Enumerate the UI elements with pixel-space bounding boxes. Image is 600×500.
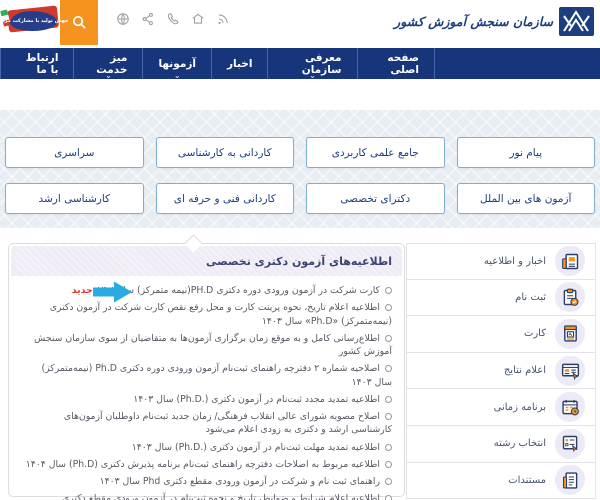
- sidebar-item-field-select[interactable]: انتخاب رشته: [406, 425, 596, 463]
- page: سازمان سنجش آموزش کشور جهش تولید با مشار…: [0, 0, 600, 500]
- nav-item-about[interactable]: معرفی سازمان ⌄: [267, 48, 356, 80]
- year-slogan-banner: جهش تولید با مشارکت مردم: [0, 4, 69, 38]
- announcements-title: اطلاعیه‌های آزمون دکتری تخصصی: [11, 246, 402, 276]
- radio-bullet-icon: [385, 334, 392, 342]
- sanjesh-logo-icon: [559, 7, 594, 36]
- sidebar-item-documents[interactable]: مستندات: [406, 462, 596, 500]
- nav-label: صفحه اصلی: [387, 51, 419, 76]
- nav-item-service-desk[interactable]: میز خدمت ⌄: [73, 48, 142, 80]
- site-logo[interactable]: سازمان سنجش آموزش کشور: [394, 6, 595, 37]
- sidebar-item-label: اخبار و اطلاعیه: [483, 255, 546, 267]
- announcement-link[interactable]: اطلاعیه اعلام شرایط و ضوابط، تاریخ و نحو…: [23, 492, 392, 500]
- logo-text: سازمان سنجش آموزش کشور: [394, 14, 553, 29]
- exam-button-international[interactable]: آزمون های بین الملل: [456, 183, 595, 214]
- main-nav: صفحه اصلی معرفی سازمان ⌄ اخبار آزمونها ⌄…: [0, 48, 600, 80]
- card-icon: [555, 318, 585, 349]
- sidebar-item-card[interactable]: کارت: [406, 316, 596, 353]
- results-icon: [555, 355, 585, 386]
- documents-icon: [555, 465, 585, 496]
- phone-icon[interactable]: [166, 12, 180, 26]
- announcement-text: اطلاع‌رسانی کامل و به موقع زمان برگزاری …: [33, 332, 392, 358]
- share-icon[interactable]: [141, 12, 155, 26]
- chevron-down-icon: ⌄: [309, 71, 316, 80]
- announcement-text: راهنمای ثبت نام و شرکت در آزمون ورودی مق…: [99, 475, 380, 487]
- announcement-link[interactable]: اصلاح مصوبه شورای عالی انقلاب فرهنگی/ زم…: [23, 410, 392, 437]
- announcements-panel: اطلاعیه‌های آزمون دکتری تخصصی کارت شرکت …: [8, 234, 405, 500]
- announcement-text: اطلاعیه تمدید مهلت ثبت‌نام در آزمون دکتر…: [131, 441, 380, 453]
- exam-button-payame-noor[interactable]: پیام نور: [456, 137, 595, 168]
- nav-label: آزمونها: [158, 57, 196, 70]
- radio-bullet-icon: [385, 460, 392, 468]
- nav-item-news[interactable]: اخبار: [210, 48, 267, 79]
- sidebar-item-label: برنامه زمانی: [493, 401, 546, 413]
- chevron-down-icon: ⌄: [105, 71, 112, 80]
- radio-bullet-icon: [385, 443, 392, 451]
- announcement-text: اطلاعیه تمدید مجدد ثبت‌نام در آزمون دکتر…: [133, 393, 380, 405]
- sidebar-item-label: مستندات: [508, 474, 546, 486]
- radio-bullet-icon: [385, 494, 392, 500]
- chevron-down-icon: ⌄: [173, 71, 181, 80]
- nav-item-contact[interactable]: ارتباط با ما: [0, 48, 73, 79]
- radio-bullet-icon: [385, 477, 392, 485]
- nav-item-exams[interactable]: آزمونها ⌄: [142, 48, 211, 80]
- banner-blob: جهش تولید با مشارکت مردم: [0, 11, 69, 31]
- announcement-link[interactable]: اطلاعیه تمدید مهلت ثبت‌نام در آزمون دکتر…: [23, 441, 392, 455]
- exam-button-technical-vocational[interactable]: کاردانی فنی و حرفه ای: [155, 183, 294, 214]
- radio-bullet-icon: [385, 287, 392, 294]
- announcement-text: اصلاحیه شماره ۲ دفترچه راهنمای ثبت‌نام آ…: [41, 363, 392, 388]
- announcement-link[interactable]: اطلاعیه تمدید مجدد ثبت‌نام در آزمون دکتر…: [23, 393, 392, 407]
- news-icon: [555, 246, 585, 277]
- sidebar-item-schedule[interactable]: برنامه زمانی: [406, 389, 596, 426]
- radio-bullet-icon: [385, 412, 392, 420]
- sidebar-item-label: انتخاب رشته: [493, 438, 546, 450]
- quick-links-sidebar: اخبار و اطلاعیه ثبت نام کارت اعلام نتایج…: [406, 243, 596, 500]
- field-select-icon: [555, 428, 585, 459]
- announcement-link[interactable]: اطلاعیه مربوط به اصلاحات دفترچه راهنمای …: [23, 458, 392, 472]
- announcement-text: اطلاعیه اعلام شرایط و ضوابط، تاریخ و نحو…: [62, 492, 380, 500]
- exam-button-masters[interactable]: کارشناسی ارشد: [5, 183, 144, 214]
- exam-button-sarasari[interactable]: سراسری: [5, 137, 144, 168]
- announcement-text: اصلاح مصوبه شورای عالی انقلاب فرهنگی/ زم…: [63, 410, 392, 436]
- radio-bullet-icon: [385, 304, 392, 312]
- announcement-link[interactable]: راهنمای ثبت نام و شرکت در آزمون ورودی مق…: [23, 475, 392, 489]
- sidebar-item-label: کارت: [523, 328, 546, 340]
- sidebar-item-register[interactable]: ثبت نام: [406, 279, 596, 317]
- new-item-arrow-indicator: [93, 281, 132, 303]
- exam-button-kardani-to-karshenasi[interactable]: کاردانی به کارشناسی: [155, 137, 294, 168]
- header: سازمان سنجش آموزش کشور جهش تولید با مشار…: [0, 0, 600, 48]
- exam-button-phd[interactable]: دکترای تخصصی: [306, 183, 445, 214]
- register-icon: [555, 282, 585, 313]
- globe-icon[interactable]: [116, 12, 130, 26]
- nav-label: ارتباط با ما: [25, 51, 59, 76]
- nav-item-home[interactable]: صفحه اصلی: [356, 48, 435, 79]
- schedule-icon: [555, 392, 585, 423]
- announcement-text: اطلاعیه اعلام تاریخ، نحوه پرینت کارت و م…: [49, 302, 392, 327]
- radio-bullet-icon: [385, 365, 392, 373]
- exam-button-applied-science[interactable]: جامع علمی کاربردی: [306, 137, 445, 168]
- sidebar-item-label: اعلام نتایج: [503, 365, 546, 377]
- rss-icon[interactable]: [216, 12, 230, 26]
- sidebar-item-results[interactable]: اعلام نتایج: [406, 352, 596, 390]
- announcement-text: اطلاعیه مربوط به اصلاحات دفترچه راهنمای …: [25, 458, 380, 470]
- nav-label: اخبار: [226, 57, 253, 70]
- exam-types-section: پیام نور جامع علمی کاربردی کاردانی به کا…: [0, 110, 600, 228]
- slogan-text: جهش تولید با مشارکت مردم: [0, 18, 69, 24]
- radio-bullet-icon: [385, 395, 392, 403]
- announcement-link[interactable]: اصلاحیه شماره ۲ دفترچه راهنمای ثبت‌نام آ…: [23, 362, 392, 389]
- search-icon: [72, 15, 86, 29]
- announcement-link[interactable]: کارت شرکت در آزمون ورودی دوره دکتری PH.D…: [23, 284, 392, 298]
- announcement-link[interactable]: اطلاعیه اعلام تاریخ، نحوه پرینت کارت و م…: [23, 301, 392, 328]
- announcement-link[interactable]: اطلاع‌رسانی کامل و به موقع زمان برگزاری …: [23, 332, 392, 359]
- sidebar-item-news[interactable]: اخبار و اطلاعیه: [406, 243, 596, 280]
- social-icons: [116, 12, 230, 26]
- home-icon[interactable]: [191, 12, 205, 26]
- exam-row-1: پیام نور جامع علمی کاربردی کاردانی به کا…: [5, 137, 595, 168]
- announcements-list: کارت شرکت در آزمون ورودی دوره دکتری PH.D…: [9, 278, 404, 500]
- exam-row-2: آزمون های بین الملل دکترای تخصصی کاردانی…: [5, 183, 595, 214]
- announcement-text: کارت شرکت در آزمون ورودی دوره دکتری PH.D…: [97, 285, 380, 296]
- new-badge: جدید: [71, 285, 93, 296]
- sidebar-item-label: ثبت نام: [515, 291, 546, 303]
